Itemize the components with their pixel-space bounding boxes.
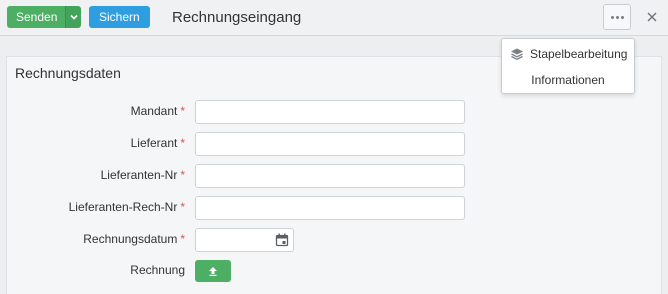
more-dot bbox=[620, 15, 624, 19]
menu-item-label: Informationen bbox=[531, 73, 605, 87]
field-label-rechnung: Rechnung bbox=[130, 263, 185, 277]
panel-title: Rechnungsdaten bbox=[15, 65, 121, 81]
field-label-rechnungsdatum: Rechnungsdatum * bbox=[83, 232, 185, 246]
menu-item-stapelbearbeitung[interactable]: Stapelbearbeitung bbox=[502, 41, 634, 67]
page-title: Rechnungseingang bbox=[172, 9, 302, 26]
upload-invoice-button[interactable] bbox=[195, 260, 231, 282]
more-options-button[interactable] bbox=[603, 4, 631, 30]
required-marker: * bbox=[180, 104, 185, 118]
field-label-lieferanten-nr: Lieferanten-Nr * bbox=[101, 168, 185, 182]
lieferanten-rech-nr-field[interactable] bbox=[195, 196, 465, 220]
lieferant-field[interactable] bbox=[195, 132, 465, 156]
label-text: Mandant bbox=[130, 104, 178, 118]
field-label-lieferant: Lieferant * bbox=[131, 136, 185, 150]
close-button[interactable] bbox=[643, 8, 661, 26]
required-marker: * bbox=[180, 200, 185, 214]
required-marker: * bbox=[180, 168, 185, 182]
send-button[interactable]: Senden bbox=[7, 6, 66, 28]
send-options-button[interactable] bbox=[65, 6, 82, 28]
send-split-button: Senden bbox=[7, 6, 82, 28]
toolbar: Senden Sichern Rechnungseingang bbox=[0, 0, 668, 36]
label-text: Lieferanten-Nr bbox=[100, 168, 178, 182]
more-options-menu: Stapelbearbeitung Informationen bbox=[501, 38, 635, 94]
save-button[interactable]: Sichern bbox=[89, 6, 150, 28]
rechnungsdatum-field[interactable] bbox=[195, 228, 294, 252]
menu-item-label: Stapelbearbeitung bbox=[530, 47, 628, 61]
label-text: Lieferanten-Rech-Nr bbox=[68, 200, 178, 214]
more-dot bbox=[615, 15, 619, 19]
menu-item-informationen[interactable]: Informationen bbox=[502, 67, 634, 93]
label-text: Rechnungsdatum bbox=[83, 232, 178, 246]
required-marker: * bbox=[180, 136, 185, 150]
layers-icon bbox=[510, 47, 524, 61]
chevron-down-icon bbox=[70, 14, 78, 20]
required-marker: * bbox=[180, 232, 185, 246]
field-label-mandant: Mandant * bbox=[131, 104, 185, 118]
close-icon bbox=[647, 12, 657, 22]
mandant-field[interactable] bbox=[195, 100, 465, 124]
upload-icon bbox=[209, 267, 217, 276]
label-text: Rechnung bbox=[130, 263, 185, 277]
calendar-icon[interactable] bbox=[275, 233, 289, 252]
more-dot bbox=[610, 15, 614, 19]
field-label-lieferanten-rech-nr: Lieferanten-Rech-Nr * bbox=[69, 200, 185, 214]
label-text: Lieferant bbox=[130, 136, 178, 150]
lieferanten-nr-field[interactable] bbox=[195, 164, 465, 188]
